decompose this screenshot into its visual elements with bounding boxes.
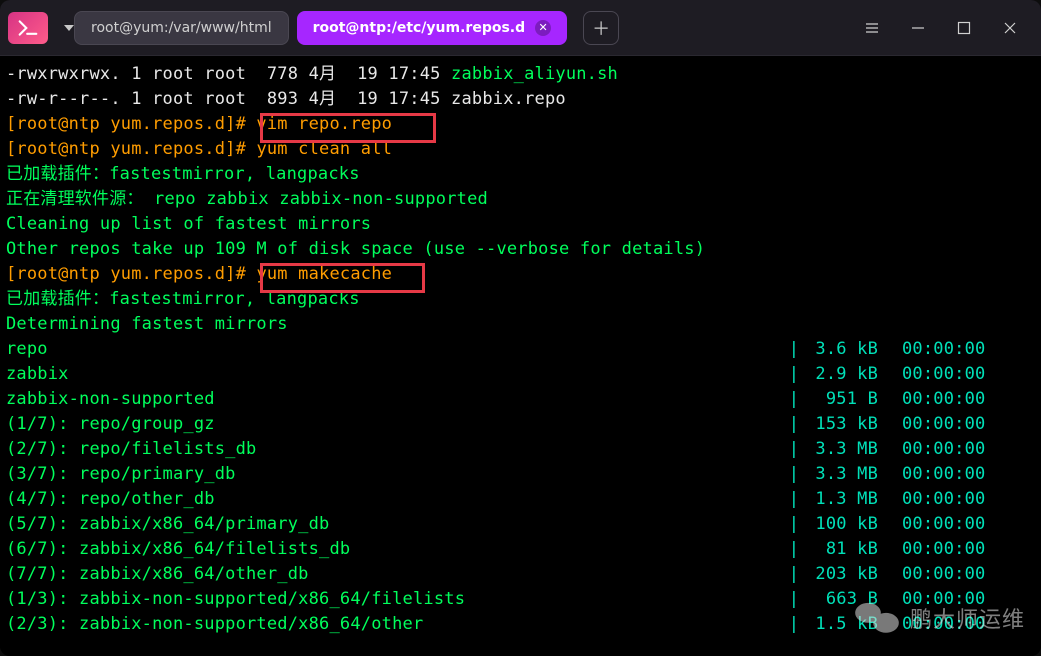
separator: |	[782, 437, 806, 462]
prompt-line: [root@ntp yum.repos.d]# yum makecache	[6, 262, 1041, 287]
prompt-line: [root@ntp yum.repos.d]# yum clean all	[6, 137, 1041, 162]
download-size: 2.9 kB	[806, 362, 886, 387]
repo-name: (1/7): repo/group_gz	[6, 412, 782, 437]
separator: |	[782, 462, 806, 487]
highlighted-command: yum clean all	[256, 139, 392, 159]
output-line: 正在清理软件源： repo zabbix zabbix-non-supporte…	[6, 187, 1041, 212]
download-time: 00:00:00	[902, 562, 1002, 587]
watermark-text: 鹏大师运维	[910, 608, 1025, 633]
prompt-line: [root@ntp yum.repos.d]# vim repo.repo	[6, 112, 1041, 137]
tab-title: root@yum:/var/www/html	[91, 20, 272, 36]
repo-name: (1/3): zabbix-non-supported/x86_64/filel…	[6, 587, 782, 612]
repo-name: (2/3): zabbix-non-supported/x86_64/other	[6, 612, 782, 637]
separator: |	[782, 612, 806, 637]
download-row: zabbix|2.9 kB 00:00:00	[6, 362, 1041, 387]
download-row: (2/7): repo/filelists_db|3.3 MB 00:00:00	[6, 437, 1041, 462]
separator: |	[782, 362, 806, 387]
download-row: (6/7): zabbix/x86_64/filelists_db| 81 kB…	[6, 537, 1041, 562]
download-time: 00:00:00	[902, 462, 1002, 487]
separator: |	[782, 562, 806, 587]
repo-name: (7/7): zabbix/x86_64/other_db	[6, 562, 782, 587]
download-time: 00:00:00	[902, 537, 1002, 562]
repo-name: repo	[6, 337, 782, 362]
download-time: 00:00:00	[902, 362, 1002, 387]
tab-active[interactable]: root@ntp:/etc/yum.repos.d ✕	[297, 11, 568, 45]
output-line: 已加载插件：fastestmirror, langpacks	[6, 287, 1041, 312]
separator: |	[782, 337, 806, 362]
output-line: Determining fastest mirrors	[6, 312, 1041, 337]
repo-name: (3/7): repo/primary_db	[6, 462, 782, 487]
download-size: 3.3 MB	[806, 437, 886, 462]
download-row: (7/7): zabbix/x86_64/other_db|203 kB 00:0…	[6, 562, 1041, 587]
separator: |	[782, 587, 806, 612]
close-icon[interactable]	[987, 5, 1033, 51]
download-row: zabbix-non-supported| 951 B 00:00:00	[6, 387, 1041, 412]
download-row: repo|3.6 kB 00:00:00	[6, 337, 1041, 362]
minimize-icon[interactable]	[895, 5, 941, 51]
watermark: 鹏大师运维	[854, 602, 1025, 638]
download-row: (1/7): repo/group_gz|153 kB 00:00:00	[6, 412, 1041, 437]
repo-name: (6/7): zabbix/x86_64/filelists_db	[6, 537, 782, 562]
separator: |	[782, 487, 806, 512]
terminal-body[interactable]: -rwxrwxrwx. 1 root root 778 4月 19 17:45 …	[0, 56, 1041, 656]
titlebar: root@yum:/var/www/html root@ntp:/etc/yum…	[0, 0, 1041, 56]
download-time: 00:00:00	[902, 387, 1002, 412]
separator: |	[782, 537, 806, 562]
app-terminal-icon[interactable]	[8, 12, 48, 44]
output-line: Other repos take up 109 M of disk space …	[6, 237, 1041, 262]
separator: |	[782, 512, 806, 537]
highlighted-command: yum makecache	[256, 264, 392, 284]
tab-strip: root@yum:/var/www/html root@ntp:/etc/yum…	[74, 0, 849, 55]
repo-name: (4/7): repo/other_db	[6, 487, 782, 512]
download-time: 00:00:00	[902, 337, 1002, 362]
window-controls	[849, 5, 1033, 51]
download-time: 00:00:00	[902, 412, 1002, 437]
download-row: (4/7): repo/other_db|1.3 MB 00:00:00	[6, 487, 1041, 512]
ls-line: -rw-r--r--. 1 root root 893 4月 19 17:45 …	[6, 87, 1041, 112]
download-size: 1.3 MB	[806, 487, 886, 512]
output-line: 已加载插件：fastestmirror, langpacks	[6, 162, 1041, 187]
repo-name: (2/7): repo/filelists_db	[6, 437, 782, 462]
repo-name: zabbix	[6, 362, 782, 387]
terminal-window: root@yum:/var/www/html root@ntp:/etc/yum…	[0, 0, 1041, 656]
separator: |	[782, 387, 806, 412]
tab-inactive[interactable]: root@yum:/var/www/html	[74, 11, 289, 45]
download-row: (3/7): repo/primary_db|3.3 MB 00:00:00	[6, 462, 1041, 487]
download-size: 951 B	[806, 387, 886, 412]
hamburger-menu-icon[interactable]	[849, 5, 895, 51]
separator: |	[782, 412, 806, 437]
download-time: 00:00:00	[902, 487, 1002, 512]
ls-line: -rwxrwxrwx. 1 root root 778 4月 19 17:45 …	[6, 62, 1041, 87]
download-size: 203 kB	[806, 562, 886, 587]
download-time: 00:00:00	[902, 437, 1002, 462]
download-size: 3.6 kB	[806, 337, 886, 362]
output-line: Cleaning up list of fastest mirrors	[6, 212, 1041, 237]
tab-close-icon[interactable]: ✕	[535, 20, 551, 36]
new-tab-button[interactable]: ＋	[583, 11, 619, 45]
maximize-icon[interactable]	[941, 5, 987, 51]
tab-title: root@ntp:/etc/yum.repos.d	[313, 20, 526, 36]
download-size: 153 kB	[806, 412, 886, 437]
download-row: (5/7): zabbix/x86_64/primary_db|100 kB 00…	[6, 512, 1041, 537]
download-size: 3.3 MB	[806, 462, 886, 487]
repo-name: zabbix-non-supported	[6, 387, 782, 412]
download-size: 81 kB	[806, 537, 886, 562]
download-time: 00:00:00	[902, 512, 1002, 537]
repo-name: (5/7): zabbix/x86_64/primary_db	[6, 512, 782, 537]
download-size: 100 kB	[806, 512, 886, 537]
wechat-icon	[854, 602, 902, 638]
app-menu-caret-icon[interactable]	[64, 25, 74, 31]
